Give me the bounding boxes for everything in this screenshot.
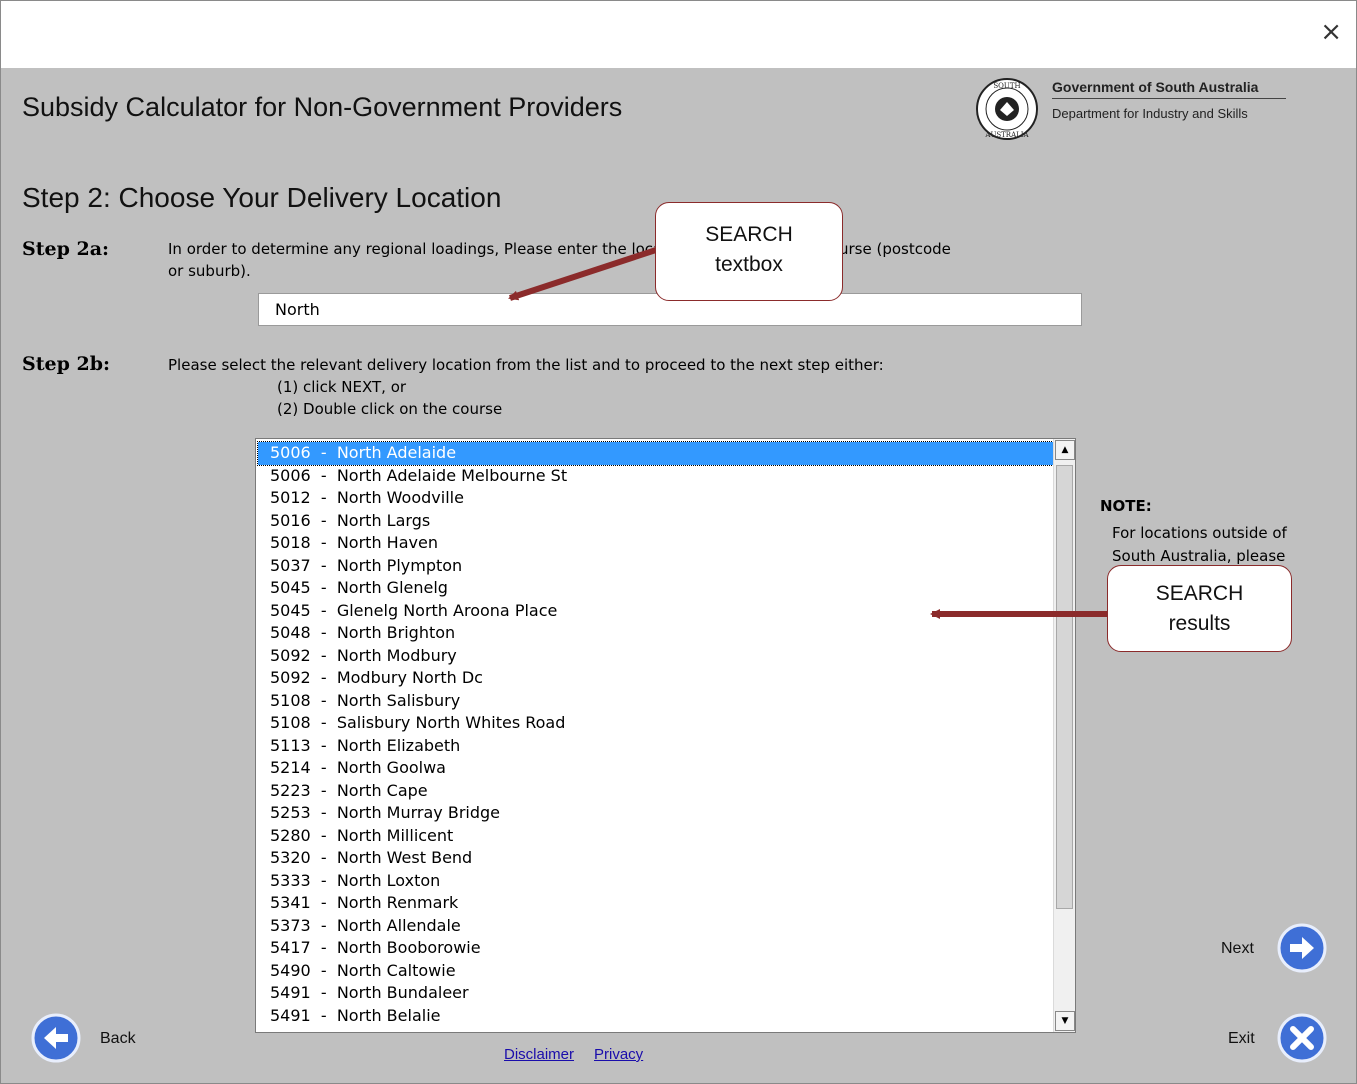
app-title: Subsidy Calculator for Non-Government Pr…: [22, 92, 623, 122]
exit-label[interactable]: Exit: [1228, 1030, 1255, 1048]
list-item[interactable]: 5016 - North Largs: [258, 510, 1053, 533]
list-item[interactable]: 5045 - Glenelg North Aroona Place: [258, 600, 1053, 623]
privacy-link[interactable]: Privacy: [594, 1046, 643, 1063]
search-results-callout: SEARCH results: [1107, 565, 1292, 652]
search-textbox-callout: SEARCH textbox: [655, 202, 843, 301]
search-results-list: 5006 - North Adelaide 5006 - North Adelai…: [257, 441, 1054, 1028]
disclaimer-link[interactable]: Disclaimer: [504, 1046, 574, 1063]
list-item[interactable]: 5092 - Modbury North Dc: [258, 667, 1053, 690]
scroll-up-button[interactable]: ▲: [1055, 440, 1075, 460]
list-item[interactable]: 5253 - North Murray Bridge: [258, 802, 1053, 825]
back-label[interactable]: Back: [100, 1030, 136, 1048]
exit-button[interactable]: [1277, 1013, 1327, 1063]
scroll-thumb[interactable]: [1056, 465, 1073, 909]
list-item[interactable]: 5490 - North Caltowie: [258, 960, 1053, 983]
search-results-listbox[interactable]: 5006 - North Adelaide 5006 - North Adelai…: [255, 438, 1076, 1033]
gov-department: Department for Industry and Skills: [1052, 106, 1248, 121]
list-item[interactable]: 5108 - North Salisbury: [258, 690, 1053, 713]
callout-search-line-2: textbox: [715, 253, 783, 276]
list-item[interactable]: 5341 - North Renmark: [258, 892, 1053, 915]
list-item[interactable]: 5373 - North Allendale: [258, 915, 1053, 938]
step-2b-line-1: Please select the relevant delivery loca…: [168, 356, 884, 374]
back-button[interactable]: [31, 1013, 81, 1063]
svg-text:AUSTRALIA: AUSTRALIA: [984, 131, 1029, 139]
list-item[interactable]: 5018 - North Haven: [258, 532, 1053, 555]
close-icon[interactable]: ×: [1320, 19, 1342, 45]
list-item[interactable]: 5113 - North Elizabeth: [258, 735, 1053, 758]
step-2b-line-2: (1) click NEXT, or: [277, 378, 407, 396]
next-label[interactable]: Next: [1221, 940, 1254, 958]
list-item[interactable]: 5417 - North Booborowie: [258, 937, 1053, 960]
step-2b-line-3: (2) Double click on the course: [277, 400, 503, 418]
list-item[interactable]: 5491 - North Bundaleer: [258, 982, 1053, 1005]
listbox-scrollbar[interactable]: ▲ ▼: [1053, 439, 1075, 1032]
list-item[interactable]: 5223 - North Cape: [258, 780, 1053, 803]
gov-name: Government of South Australia: [1052, 79, 1259, 95]
step-2b-label: Step 2b:: [22, 353, 111, 375]
note-text: For locations outside of South Australia…: [1112, 522, 1287, 568]
callout-search-line-1: SEARCH: [705, 223, 793, 246]
list-item[interactable]: 5006 - North Adelaide: [257, 441, 1054, 466]
list-item[interactable]: 5491 - North Belalie: [258, 1005, 1053, 1028]
gov-divider: [1052, 98, 1286, 99]
step-2a-label: Step 2a:: [22, 238, 110, 260]
next-button[interactable]: [1277, 923, 1327, 973]
list-item[interactable]: 5045 - North Glenelg: [258, 577, 1053, 600]
list-item[interactable]: 5280 - North Millicent: [258, 825, 1053, 848]
title-bar: ×: [0, 0, 1357, 68]
south-australia-crest-icon: SOUTH AUSTRALIA: [976, 78, 1038, 140]
note-heading: NOTE:: [1100, 497, 1152, 515]
callout-results-line-1: SEARCH: [1155, 582, 1244, 605]
list-item[interactable]: 5048 - North Brighton: [258, 622, 1053, 645]
step-title: Step 2: Choose Your Delivery Location: [22, 182, 502, 213]
list-item[interactable]: 5333 - North Loxton: [258, 870, 1053, 893]
list-item[interactable]: 5012 - North Woodville: [258, 487, 1053, 510]
list-item[interactable]: 5037 - North Plympton: [258, 555, 1053, 578]
svg-text:SOUTH: SOUTH: [993, 82, 1020, 90]
scroll-down-button[interactable]: ▼: [1055, 1011, 1075, 1031]
list-item[interactable]: 5006 - North Adelaide Melbourne St: [258, 465, 1053, 488]
list-item[interactable]: 5214 - North Goolwa: [258, 757, 1053, 780]
list-item[interactable]: 5092 - North Modbury: [258, 645, 1053, 668]
list-item[interactable]: 5108 - Salisbury North Whites Road: [258, 712, 1053, 735]
list-item[interactable]: 5320 - North West Bend: [258, 847, 1053, 870]
step-2b-instructions: Please select the relevant delivery loca…: [168, 354, 884, 420]
note-line-1: For locations outside of: [1112, 524, 1287, 542]
callout-results-line-2: results: [1168, 612, 1231, 635]
